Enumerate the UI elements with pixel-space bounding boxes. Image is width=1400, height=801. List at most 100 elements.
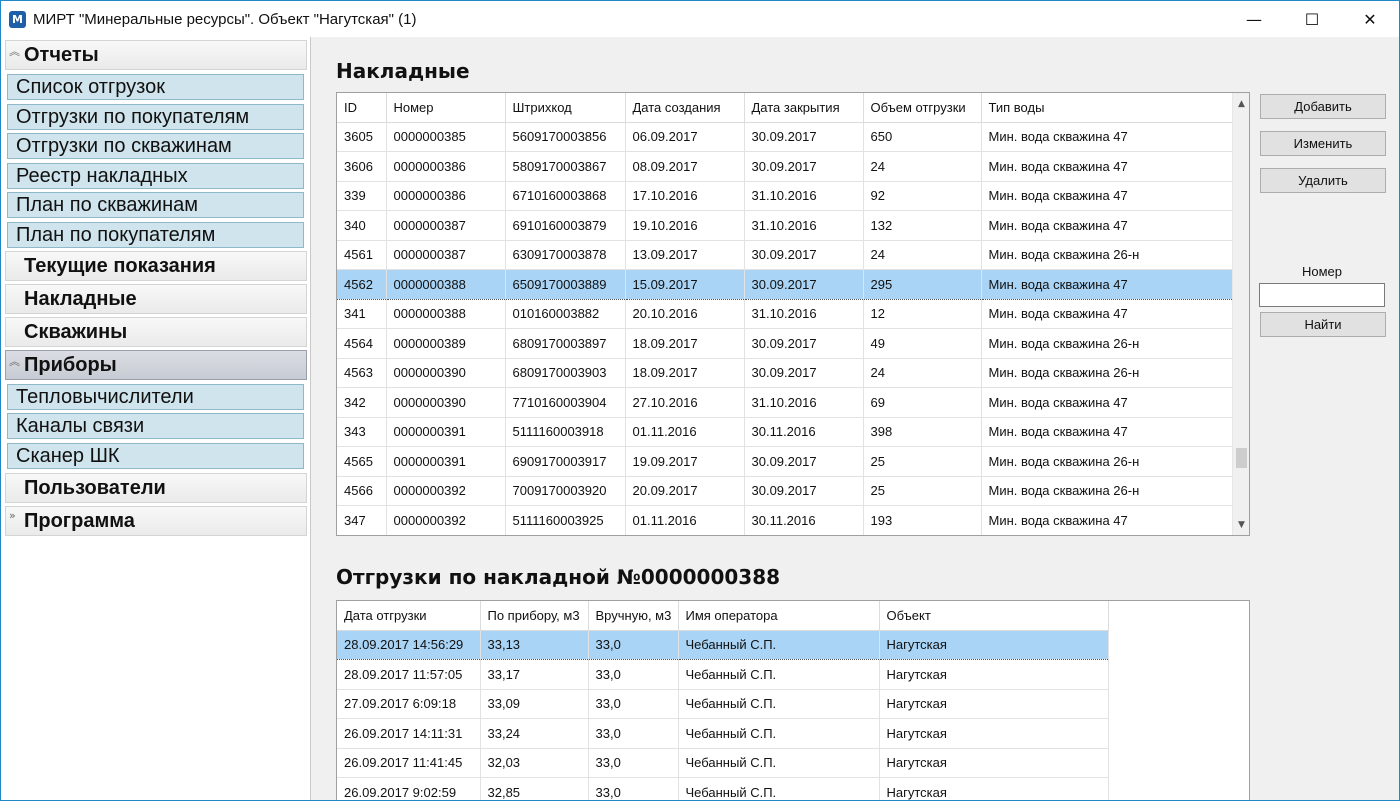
table-cell: Мин. вода скважина 47 — [981, 417, 1235, 447]
column-header[interactable]: Дата создания — [625, 93, 745, 123]
column-header[interactable]: Дата закрытия — [744, 93, 864, 123]
table-row[interactable]: 4565 0000000391 6909170003917 19.09.2017 30.… — [337, 446, 1235, 477]
table-cell: Чебанный С.П. — [678, 718, 880, 749]
minimize-button[interactable]: — — [1225, 1, 1283, 37]
table-cell: 30.09.2017 — [744, 358, 864, 388]
column-header[interactable]: Тип воды — [981, 93, 1235, 123]
table-cell: 4563 — [337, 358, 387, 388]
nav-item-comm-channels[interactable]: Каналы связи — [7, 413, 304, 439]
edit-button[interactable]: Изменить — [1260, 131, 1386, 156]
table-cell: Мин. вода скважина 47 — [981, 151, 1235, 182]
table-cell: 0000000386 — [386, 151, 506, 182]
nav-item-heat-calculators[interactable]: Тепловычислители — [7, 384, 304, 410]
table-cell: 7710160003904 — [505, 387, 626, 418]
delete-button[interactable]: Удалить — [1260, 168, 1386, 193]
table-cell: Мин. вода скважина 26-н — [981, 358, 1235, 388]
shipments-table[interactable]: Дата отгрузки По прибору, м3 Вручную, м3 Им… — [336, 600, 1250, 800]
table-cell: 132 — [863, 210, 982, 241]
table-cell: 26.09.2017 9:02:59 — [337, 777, 481, 800]
nav-item-plan-by-buyer[interactable]: План по покупателям — [7, 222, 304, 248]
table-cell: 49 — [863, 328, 982, 359]
table-cell: 26.09.2017 14:11:31 — [337, 718, 481, 749]
table-cell: 0000000387 — [386, 240, 506, 270]
table-row[interactable]: 4562 0000000388 6509170003889 15.09.2017 30.… — [337, 269, 1235, 300]
table-row[interactable]: 4566 0000000392 7009170003920 20.09.2017 30.… — [337, 476, 1235, 506]
table-row[interactable]: 3606 0000000386 5809170003867 08.09.2017 30.… — [337, 151, 1235, 182]
table-row[interactable]: 343 0000000391 5111160003918 01.11.2016 30.1… — [337, 417, 1235, 447]
scroll-up-icon[interactable]: ▲ — [1233, 95, 1249, 112]
table-row[interactable]: 341 0000000388 010160003882 20.10.2016 31.10… — [337, 299, 1235, 329]
table-cell: 5111160003918 — [505, 417, 626, 447]
nav-group-invoices[interactable]: Накладные — [5, 284, 307, 314]
title-bar[interactable]: M МИРТ "Минеральные ресурсы". Объект "На… — [1, 1, 1399, 37]
nav-item-shipment-list[interactable]: Список отгрузок — [7, 74, 304, 100]
column-header[interactable]: Номер — [386, 93, 506, 123]
column-header[interactable]: Объект — [879, 601, 1109, 631]
table-cell: 06.09.2017 — [625, 122, 745, 152]
table-row[interactable]: 4563 0000000390 6809170003903 18.09.2017 30.… — [337, 358, 1235, 388]
table-cell: Чебанный С.П. — [678, 629, 880, 660]
table-cell: 30.11.2016 — [744, 505, 864, 535]
table-cell: 6509170003889 — [505, 269, 626, 300]
window-title: МИРТ "Минеральные ресурсы". Объект "Нагу… — [33, 10, 417, 28]
table-row[interactable]: 28.09.2017 11:57:05 33,17 33,0 Чебанный С.П… — [337, 659, 1109, 690]
nav-item-shipments-by-buyer[interactable]: Отгрузки по покупателям — [7, 104, 304, 130]
nav-group-program[interactable]: » Программа — [5, 506, 307, 536]
table-row[interactable]: 26.09.2017 14:11:31 33,24 33,0 Чебанный С.П… — [337, 718, 1109, 749]
table-row[interactable]: 339 0000000386 6710160003868 17.10.2016 31.1… — [337, 181, 1235, 211]
add-button[interactable]: Добавить — [1260, 94, 1386, 119]
search-number-label: Номер — [1302, 264, 1343, 279]
table-cell: 32,85 — [480, 777, 589, 800]
table-cell: 7009170003920 — [505, 476, 626, 506]
invoices-table[interactable]: ID Номер Штрихкод Дата создания Дата закрыти… — [336, 92, 1250, 536]
table-row[interactable]: 4564 0000000389 6809170003897 18.09.2017 30.… — [337, 328, 1235, 359]
maximize-button[interactable]: ☐ — [1283, 1, 1341, 37]
vertical-scrollbar[interactable]: ▲ ▼ — [1232, 93, 1249, 535]
column-header[interactable]: Имя оператора — [678, 601, 880, 631]
nav-item-plan-by-well[interactable]: План по скважинам — [7, 192, 304, 218]
table-cell: 20.10.2016 — [625, 299, 745, 329]
nav-item-shipments-by-well[interactable]: Отгрузки по скважинам — [7, 133, 304, 159]
table-cell: 30.09.2017 — [744, 122, 864, 152]
table-cell: 0000000389 — [386, 328, 506, 359]
table-row[interactable]: 4561 0000000387 6309170003878 13.09.2017 30.… — [337, 240, 1235, 270]
table-header-row: Дата отгрузки По прибору, м3 Вручную, м3 Им… — [337, 601, 1109, 631]
nav-group-current-readings[interactable]: Текущие показания — [5, 251, 307, 281]
table-cell: 01.11.2016 — [625, 417, 745, 447]
table-row[interactable]: 26.09.2017 9:02:59 32,85 33,0 Чебанный С.П.… — [337, 777, 1109, 800]
table-row[interactable]: 28.09.2017 14:56:29 33,13 33,0 Чебанный С.П… — [337, 629, 1109, 660]
nav-group-reports[interactable]: ︽ Отчеты — [5, 40, 307, 70]
table-row[interactable]: 342 0000000390 7710160003904 27.10.2016 31.1… — [337, 387, 1235, 418]
nav-item-invoice-registry[interactable]: Реестр накладных — [7, 163, 304, 189]
search-number-input[interactable] — [1259, 283, 1385, 307]
table-cell: 33,0 — [588, 659, 679, 690]
nav-group-users[interactable]: Пользователи — [5, 473, 307, 503]
table-cell: 30.09.2017 — [744, 151, 864, 182]
nav-group-devices[interactable]: ︽ Приборы — [5, 350, 307, 380]
column-header[interactable]: Объем отгрузки — [863, 93, 982, 123]
table-cell: 3606 — [337, 151, 387, 182]
table-cell: 19.10.2016 — [625, 210, 745, 241]
nav-group-wells[interactable]: Скважины — [5, 317, 307, 347]
table-cell: 5809170003867 — [505, 151, 626, 182]
table-row[interactable]: 27.09.2017 6:09:18 33,09 33,0 Чебанный С.П.… — [337, 689, 1109, 719]
column-header[interactable]: По прибору, м3 — [480, 601, 589, 631]
table-row[interactable]: 3605 0000000385 5609170003856 06.09.2017 30.… — [337, 122, 1235, 152]
column-header[interactable]: Дата отгрузки — [337, 601, 481, 631]
table-cell: 6710160003868 — [505, 181, 626, 211]
nav-item-barcode-scanner[interactable]: Сканер ШК — [7, 443, 304, 469]
column-header[interactable]: ID — [337, 93, 387, 123]
nav-item-label: Список отгрузок — [16, 75, 165, 98]
table-row[interactable]: 26.09.2017 11:41:45 32,03 33,0 Чебанный С.П… — [337, 748, 1109, 778]
scroll-down-icon[interactable]: ▼ — [1233, 516, 1249, 533]
table-cell: 339 — [337, 181, 387, 211]
table-cell: 69 — [863, 387, 982, 418]
column-header[interactable]: Штрихкод — [505, 93, 626, 123]
table-row[interactable]: 340 0000000387 6910160003879 19.10.2016 31.1… — [337, 210, 1235, 241]
column-header[interactable]: Вручную, м3 — [588, 601, 679, 631]
table-cell: 347 — [337, 505, 387, 535]
table-row[interactable]: 347 0000000392 5111160003925 01.11.2016 30.1… — [337, 505, 1235, 535]
scroll-thumb[interactable] — [1236, 448, 1247, 468]
close-button[interactable]: ✕ — [1341, 1, 1399, 37]
find-button[interactable]: Найти — [1260, 312, 1386, 337]
